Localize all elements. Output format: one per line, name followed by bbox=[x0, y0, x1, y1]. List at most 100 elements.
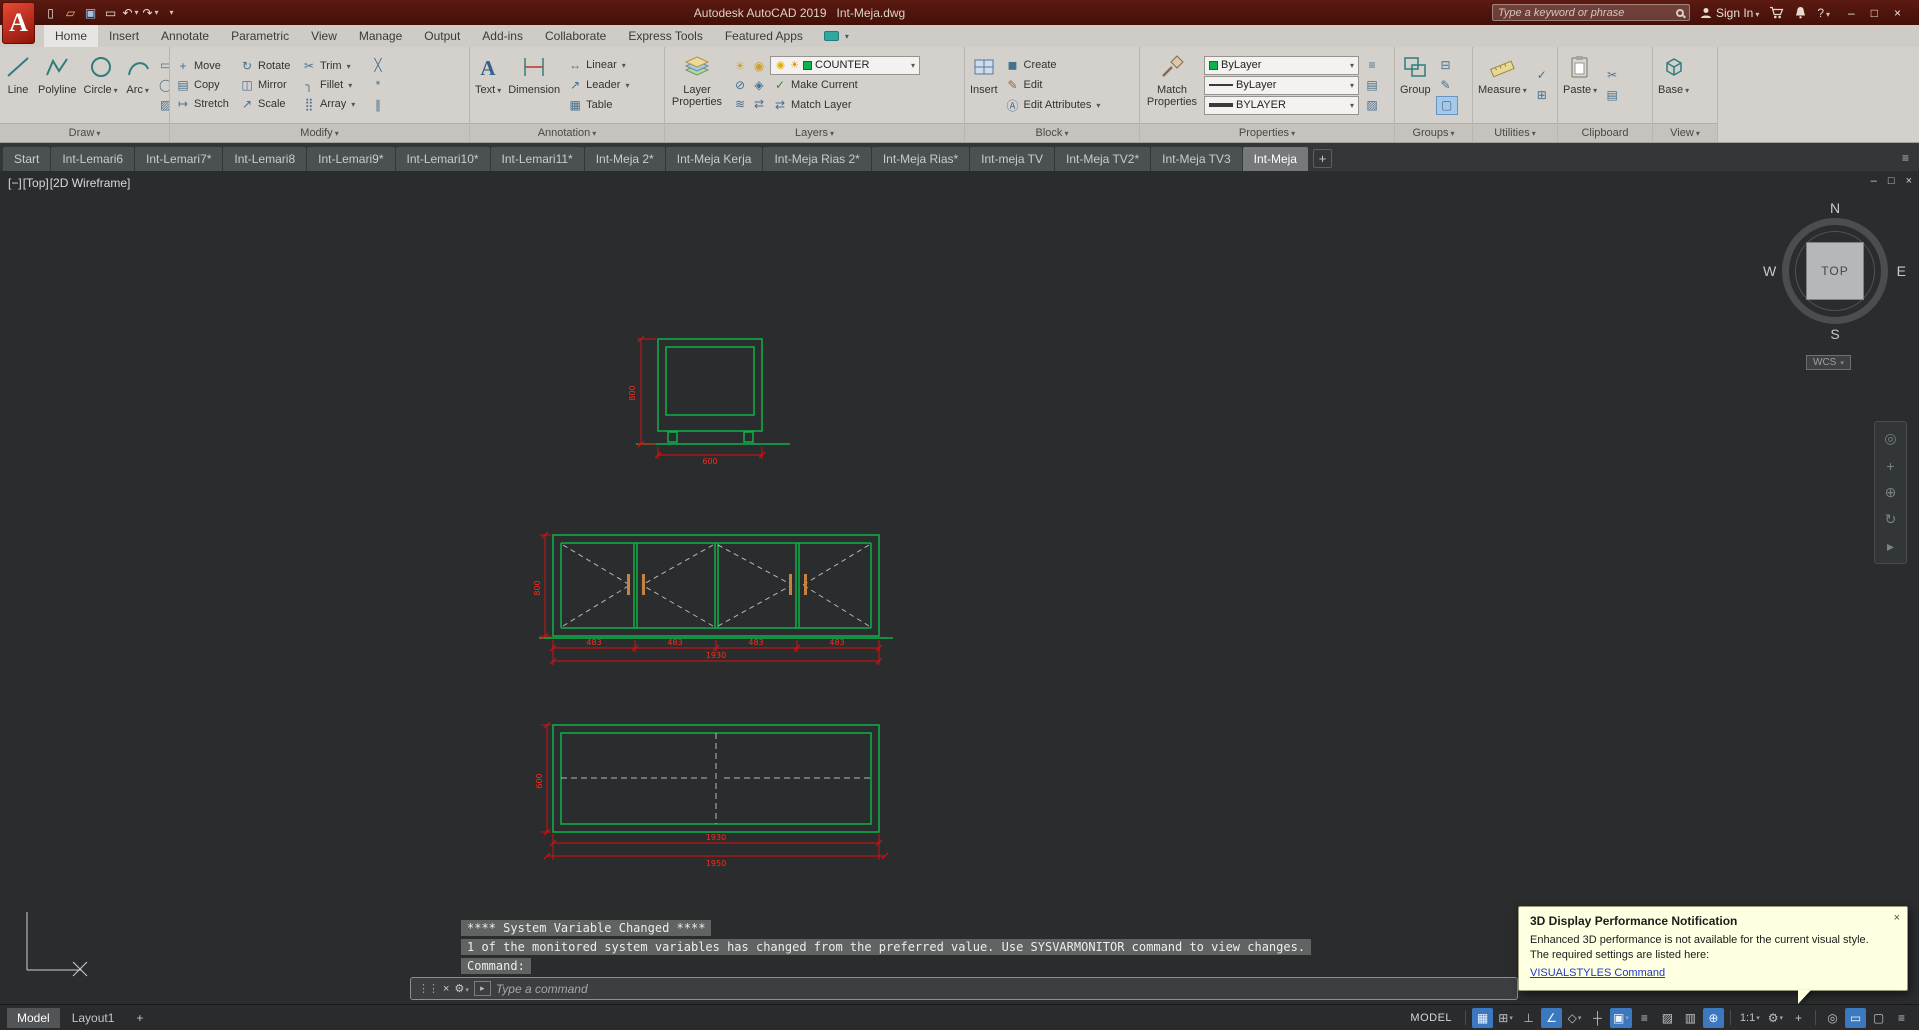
move-button[interactable]: + Move bbox=[173, 57, 237, 76]
modify-panel-label[interactable]: Modify bbox=[170, 123, 469, 142]
open-file-icon[interactable]: ▱ bbox=[62, 4, 79, 22]
file-tab[interactable]: Int-Meja Rias* bbox=[871, 147, 970, 171]
ribbon-tab-parametric[interactable]: Parametric bbox=[220, 25, 300, 47]
new-file-icon[interactable]: ▯ bbox=[42, 4, 59, 22]
clean-screen-icon[interactable]: ▢ bbox=[1868, 1008, 1889, 1028]
close-window-icon[interactable]: × bbox=[1894, 6, 1901, 20]
copy-button[interactable]: ▤ Copy bbox=[173, 76, 237, 95]
layout1-tab[interactable]: Layout1 bbox=[62, 1008, 125, 1028]
customization-icon[interactable]: ≡ bbox=[1891, 1008, 1912, 1028]
layer-previous-button[interactable]: ⇄ bbox=[748, 95, 767, 114]
transparency-button[interactable]: ▨ bbox=[1362, 96, 1382, 115]
measure-button[interactable]: Measure bbox=[1476, 49, 1529, 121]
redo-icon[interactable]: ↷ bbox=[142, 4, 159, 22]
ribbon-display-toggle-icon[interactable] bbox=[823, 31, 839, 41]
orbit-icon[interactable]: ↻ bbox=[1877, 506, 1904, 533]
application-menu-button[interactable]: A bbox=[2, 2, 35, 44]
clipboard-panel-label[interactable]: Clipboard bbox=[1558, 123, 1652, 142]
rectangle-tool-button[interactable]: ▭ bbox=[156, 56, 169, 75]
maximize-window-icon[interactable]: □ bbox=[1871, 6, 1878, 20]
help-icon[interactable]: ? bbox=[1817, 6, 1830, 20]
match-layer-button[interactable]: ⇄ Match Layer bbox=[770, 96, 920, 115]
snap-mode-toggle[interactable]: ⊞ bbox=[1495, 1008, 1516, 1028]
object-color-combo[interactable]: ByLayer bbox=[1204, 55, 1359, 75]
ribbon-tab-output[interactable]: Output bbox=[413, 25, 471, 47]
quick-select-button[interactable]: ✓ bbox=[1532, 66, 1552, 85]
file-tab-overflow-menu-icon[interactable]: ≡ bbox=[1902, 151, 1909, 165]
match-properties-button[interactable]: Match Properties bbox=[1143, 49, 1201, 121]
zoom-icon[interactable]: ⊕ bbox=[1877, 479, 1904, 506]
ribbon-tab-addins[interactable]: Add-ins bbox=[471, 25, 534, 47]
quick-properties-button[interactable]: ▤ bbox=[1362, 76, 1382, 95]
file-tab[interactable]: Int-Lemari11* bbox=[490, 147, 584, 171]
file-tab[interactable]: Int-Lemari6 bbox=[51, 147, 135, 171]
annotation-scale-dropdown[interactable]: 1:1 bbox=[1737, 1008, 1763, 1028]
scale-button[interactable]: ↗ Scale bbox=[237, 95, 299, 114]
new-drawing-tab-button[interactable]: + bbox=[1312, 149, 1332, 168]
file-tab[interactable]: Int-Meja TV2* bbox=[1054, 147, 1151, 171]
circle-button[interactable]: Circle bbox=[82, 49, 120, 121]
app-store-cart-icon[interactable] bbox=[1769, 6, 1784, 19]
hatch-tool-button[interactable]: ▨ bbox=[156, 96, 169, 115]
base-view-button[interactable]: Base bbox=[1656, 49, 1691, 121]
layer-properties-button[interactable]: Layer Properties bbox=[668, 49, 726, 121]
help-search-box[interactable] bbox=[1491, 4, 1690, 21]
layer-walk-button[interactable]: ≋ bbox=[729, 95, 748, 114]
ortho-mode-toggle[interactable]: ⊥ bbox=[1518, 1008, 1539, 1028]
group-edit-button[interactable]: ✎ bbox=[1436, 76, 1458, 95]
pan-icon[interactable]: + bbox=[1877, 452, 1904, 479]
edit-attributes-button[interactable]: Ⓐ Edit Attributes bbox=[1003, 96, 1103, 115]
viewport-visual-style-control[interactable]: [2D Wireframe] bbox=[50, 176, 131, 190]
ungroup-button[interactable]: ⊟ bbox=[1436, 56, 1458, 75]
file-tab[interactable]: Int-Lemari9* bbox=[307, 147, 395, 171]
group-button[interactable]: Group bbox=[1398, 49, 1433, 121]
polyline-button[interactable]: Polyline bbox=[36, 49, 79, 121]
properties-panel-label[interactable]: Properties bbox=[1140, 123, 1394, 142]
viewport-minimize-icon[interactable]: – bbox=[1871, 175, 1877, 187]
dimension-button[interactable]: Dimension bbox=[506, 49, 562, 121]
fillet-button[interactable]: ╮ Fillet bbox=[299, 76, 365, 95]
plot-icon[interactable]: ▭ bbox=[102, 4, 119, 22]
erase-button[interactable]: ╳ bbox=[368, 56, 388, 75]
layer-combo[interactable]: ◉ ☀ COUNTER bbox=[770, 55, 920, 75]
create-block-button[interactable]: ◼ Create bbox=[1003, 56, 1103, 75]
sign-in-button[interactable]: Sign In bbox=[1700, 6, 1759, 20]
file-tab[interactable]: Int-Meja Kerja bbox=[665, 147, 763, 171]
file-tab[interactable]: Int-Lemari7* bbox=[135, 147, 223, 171]
visualstyles-command-link[interactable]: VISUALSTYLES Command bbox=[1530, 967, 1665, 979]
table-button[interactable]: ▦ Table bbox=[565, 96, 631, 115]
search-icon[interactable] bbox=[1675, 8, 1684, 17]
leader-button[interactable]: ↗ Leader bbox=[565, 76, 631, 95]
file-tab-start[interactable]: Start bbox=[3, 147, 51, 171]
cut-button[interactable]: ✂ bbox=[1602, 66, 1622, 85]
linetype-combo[interactable]: ByLayer bbox=[1204, 75, 1359, 95]
viewcube-north-label[interactable]: N bbox=[1830, 200, 1840, 216]
properties-palette-button[interactable]: ≡ bbox=[1362, 56, 1382, 75]
view-panel-label[interactable]: View bbox=[1653, 123, 1717, 142]
make-current-button[interactable]: ✓ Make Current bbox=[770, 76, 920, 95]
ribbon-display-caret-icon[interactable] bbox=[839, 25, 853, 47]
command-customize-icon[interactable]: ⚙ bbox=[454, 982, 468, 995]
object-snap-toggle[interactable]: ▣ bbox=[1610, 1007, 1632, 1028]
model-space-toggle[interactable]: MODEL bbox=[1410, 1012, 1452, 1024]
transparency-toggle[interactable]: ▨ bbox=[1657, 1008, 1678, 1028]
groups-panel-label[interactable]: Groups bbox=[1395, 123, 1472, 142]
viewport-close-icon[interactable]: × bbox=[1906, 175, 1912, 187]
lineweight-toggle[interactable]: ≡ bbox=[1634, 1008, 1655, 1028]
undo-icon[interactable]: ↶ bbox=[122, 4, 139, 22]
drawing-area[interactable]: 800 600 800 483 483 483 483 1930 600 193… bbox=[0, 171, 1919, 1004]
ribbon-tab-featured-apps[interactable]: Featured Apps bbox=[714, 25, 814, 47]
utilities-panel-label[interactable]: Utilities bbox=[1473, 123, 1557, 142]
notification-close-icon[interactable]: × bbox=[1894, 912, 1900, 924]
wcs-dropdown[interactable]: WCS bbox=[1806, 355, 1851, 370]
ribbon-tab-manage[interactable]: Manage bbox=[348, 25, 413, 47]
rotate-button[interactable]: ↻ Rotate bbox=[237, 57, 299, 76]
viewport-restore-icon[interactable]: □ bbox=[1888, 175, 1895, 187]
viewport-menu-control[interactable]: [−] bbox=[8, 176, 22, 190]
viewport-view-control[interactable]: [Top] bbox=[23, 176, 49, 190]
dynamic-input-toggle[interactable]: ⊕ bbox=[1702, 1007, 1724, 1028]
save-icon[interactable]: ▣ bbox=[82, 4, 99, 22]
edit-block-button[interactable]: ✎ Edit bbox=[1003, 76, 1103, 95]
isometric-drafting-toggle[interactable]: ◇ bbox=[1564, 1008, 1585, 1028]
layer-isolate-button[interactable]: ◉ bbox=[748, 57, 767, 76]
